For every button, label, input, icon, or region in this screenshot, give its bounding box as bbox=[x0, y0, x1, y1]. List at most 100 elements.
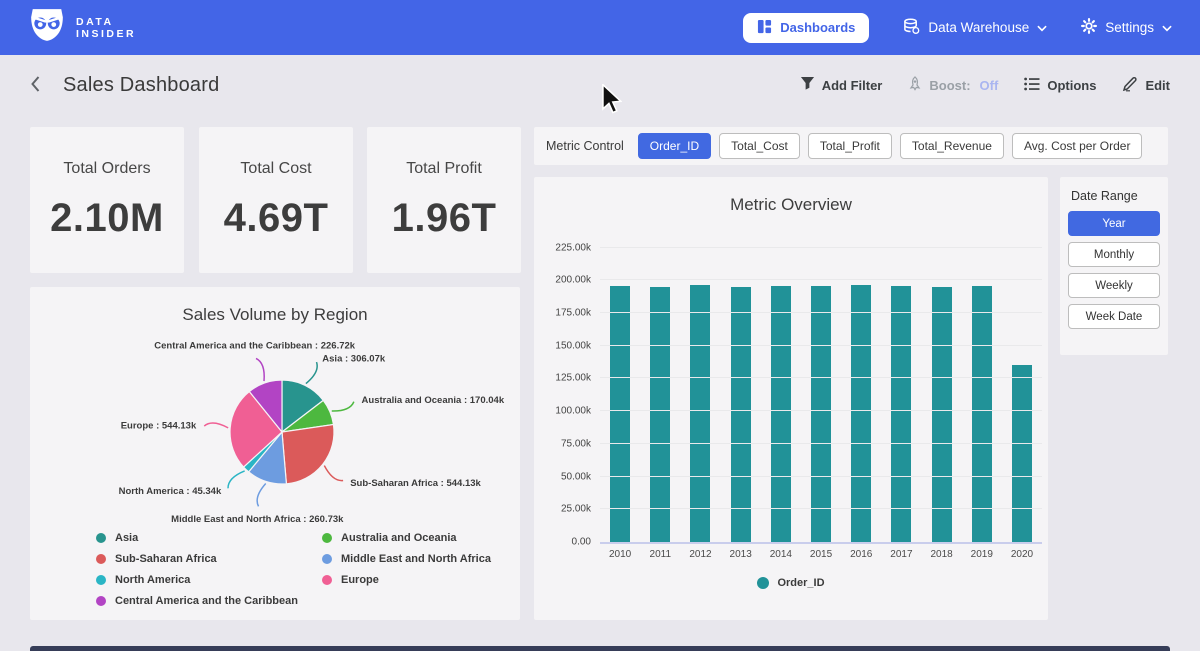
bar-2018[interactable] bbox=[932, 287, 952, 542]
date-range-year[interactable]: Year bbox=[1068, 211, 1160, 236]
boost-toggle[interactable]: Boost: Off bbox=[908, 76, 998, 94]
bar-slot bbox=[680, 241, 720, 542]
app-root: DATA INSIDER Dashboards bbox=[0, 0, 1200, 651]
date-range-options: Year Monthly Weekly Week Date bbox=[1068, 211, 1160, 329]
legend-item-sub-saharan-africa[interactable]: Sub-Saharan Africa bbox=[96, 553, 322, 565]
boost-state: Off bbox=[980, 78, 999, 93]
pie-callout-sub-saharan-africa: Sub-Saharan Africa : 544.13k bbox=[350, 478, 481, 489]
date-range-monthly[interactable]: Monthly bbox=[1068, 242, 1160, 267]
add-filter-button[interactable]: Add Filter bbox=[800, 76, 883, 94]
metric-option-total-profit[interactable]: Total_Profit bbox=[808, 133, 892, 159]
metric-control-label: Metric Control bbox=[546, 139, 624, 153]
y-axis-tick: 100.00k bbox=[555, 406, 591, 417]
data-warehouse-menu[interactable]: Data Warehouse bbox=[903, 18, 1047, 38]
metric-options: Order_ID Total_Cost Total_Profit Total_Reve… bbox=[638, 133, 1143, 159]
pie-chart-title: Sales Volume by Region bbox=[30, 287, 520, 325]
top-nav: DATA INSIDER Dashboards bbox=[0, 0, 1200, 55]
x-tick-2012: 2012 bbox=[680, 549, 720, 560]
kpi-label: Total Orders bbox=[63, 160, 150, 178]
y-axis-tick: 50.00k bbox=[561, 471, 591, 482]
pie-callout-north-america: North America : 45.34k bbox=[119, 486, 222, 497]
metric-option-avg-cost-per-order[interactable]: Avg. Cost per Order bbox=[1012, 133, 1143, 159]
bar-slot bbox=[922, 241, 962, 542]
bar-legend-item[interactable]: Order_ID bbox=[534, 577, 1048, 589]
legend-item-north-america[interactable]: North America bbox=[96, 574, 322, 586]
brand-line1: DATA bbox=[76, 16, 136, 28]
legend-item-australia-and-oceania[interactable]: Australia and Oceania bbox=[322, 532, 491, 544]
chevron-left-icon bbox=[30, 76, 41, 95]
bar-2014[interactable] bbox=[771, 286, 791, 542]
bar-2010[interactable] bbox=[610, 286, 630, 542]
x-tick-2019: 2019 bbox=[962, 549, 1002, 560]
pie-slice-sub-saharan-africa[interactable] bbox=[282, 425, 334, 484]
date-range-weekly[interactable]: Weekly bbox=[1068, 273, 1160, 298]
legend-item-middle-east-and-north-africa[interactable]: Middle East and North Africa bbox=[322, 553, 491, 565]
legend-item-asia[interactable]: Asia bbox=[96, 532, 322, 544]
bar-2015[interactable] bbox=[811, 286, 831, 542]
bar-chart-title: Metric Overview bbox=[534, 177, 1048, 215]
bar-2012[interactable] bbox=[690, 285, 710, 542]
add-filter-label: Add Filter bbox=[822, 78, 883, 93]
pie-legend-column: Australia and Oceania Middle East and Nor… bbox=[322, 532, 491, 607]
pie-callout-middle-east-and-north-africa: Middle East and North Africa : 260.73k bbox=[171, 514, 344, 525]
chevron-down-icon bbox=[1037, 20, 1047, 35]
owl-logo-icon bbox=[28, 7, 66, 48]
kpi-card-total-orders: Total Orders 2.10M bbox=[30, 127, 184, 273]
legend-item-europe[interactable]: Europe bbox=[322, 574, 491, 586]
bar-slot bbox=[841, 241, 881, 542]
bar-2019[interactable] bbox=[972, 286, 992, 542]
legend-label: Australia and Oceania bbox=[341, 532, 457, 544]
bar-2011[interactable] bbox=[650, 287, 670, 542]
settings-label: Settings bbox=[1105, 20, 1154, 35]
y-axis-tick: 25.00k bbox=[561, 504, 591, 515]
metric-option-total-cost[interactable]: Total_Cost bbox=[719, 133, 800, 159]
bottom-scroll-strip[interactable] bbox=[30, 646, 1170, 651]
metric-option-order-id[interactable]: Order_ID bbox=[638, 133, 711, 159]
x-tick-2010: 2010 bbox=[600, 549, 640, 560]
edit-label: Edit bbox=[1145, 78, 1170, 93]
legend-dot bbox=[96, 575, 106, 585]
legend-dot bbox=[322, 575, 332, 585]
legend-dot bbox=[96, 596, 106, 606]
legend-label: Asia bbox=[115, 532, 138, 544]
pie-leader-line bbox=[256, 358, 264, 381]
bar-slot bbox=[721, 241, 761, 542]
pie-leader-line bbox=[306, 362, 317, 384]
pie-leader-line bbox=[332, 402, 354, 411]
boost-label: Boost: bbox=[929, 78, 970, 93]
bar-2017[interactable] bbox=[891, 286, 911, 542]
kpi-value: 4.69T bbox=[224, 196, 329, 241]
pencil-icon bbox=[1122, 76, 1138, 95]
back-button[interactable] bbox=[30, 76, 41, 95]
legend-label: Middle East and North Africa bbox=[341, 553, 491, 565]
metric-option-total-revenue[interactable]: Total_Revenue bbox=[900, 133, 1004, 159]
page-title: Sales Dashboard bbox=[63, 74, 219, 97]
options-button[interactable]: Options bbox=[1024, 77, 1096, 94]
bar-slot bbox=[962, 241, 1002, 542]
y-axis-tick: 175.00k bbox=[555, 307, 591, 318]
legend-label: Central America and the Caribbean bbox=[115, 595, 298, 607]
legend-label: Sub-Saharan Africa bbox=[115, 553, 217, 565]
pie-leader-line bbox=[228, 471, 245, 488]
x-axis-labels: 2010201120122013201420152016201720182019… bbox=[600, 549, 1042, 560]
bar-slot bbox=[640, 241, 680, 542]
gridline bbox=[600, 312, 1042, 313]
date-range-week-date[interactable]: Week Date bbox=[1068, 304, 1160, 329]
list-icon bbox=[1024, 77, 1040, 94]
pie-chart: Asia : 306.07kAustralia and Oceania : 17… bbox=[30, 321, 520, 529]
bar-2016[interactable] bbox=[851, 285, 871, 542]
brand-home-link[interactable]: DATA INSIDER bbox=[28, 7, 136, 48]
legend-item-central-america-and-the-caribbean[interactable]: Central America and the Caribbean bbox=[96, 595, 322, 607]
edit-button[interactable]: Edit bbox=[1122, 76, 1170, 95]
bar-2020[interactable] bbox=[1012, 365, 1032, 542]
settings-menu[interactable]: Settings bbox=[1081, 18, 1172, 37]
bar-2013[interactable] bbox=[731, 287, 751, 542]
bar-chart-card: Metric Overview 225.00k200.00k175.00k150… bbox=[534, 177, 1048, 620]
bar-slot bbox=[600, 241, 640, 542]
x-tick-2016: 2016 bbox=[841, 549, 881, 560]
rocket-icon bbox=[908, 76, 922, 94]
y-axis-tick: 225.00k bbox=[555, 242, 591, 253]
top-nav-menu: Dashboards Data Warehouse bbox=[743, 13, 1172, 43]
dashboards-button[interactable]: Dashboards bbox=[743, 13, 869, 43]
kpi-value: 2.10M bbox=[50, 196, 164, 241]
